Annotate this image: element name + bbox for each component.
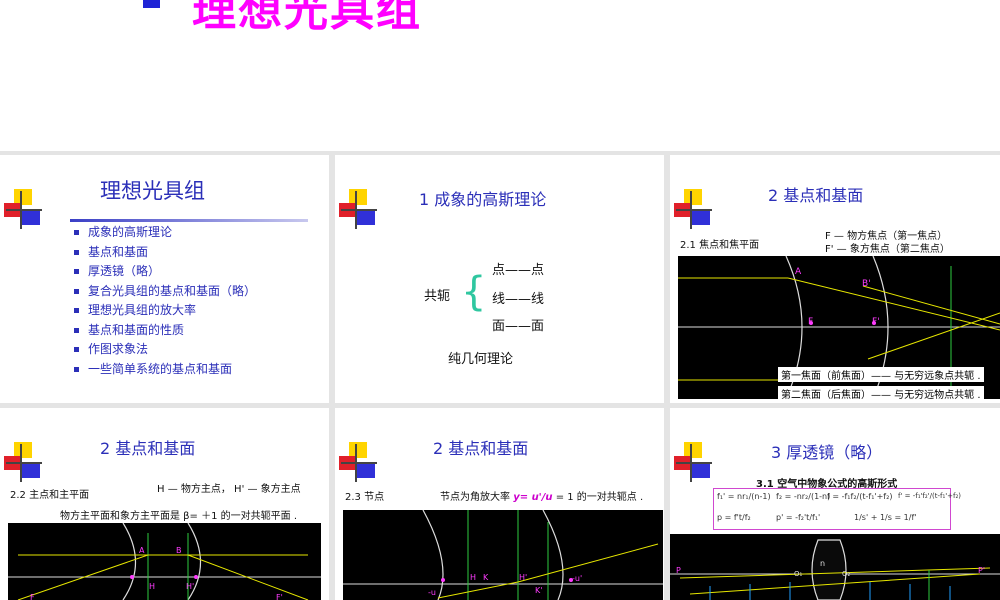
diagram-label-h: H (149, 582, 156, 591)
formula-text: f₁' = nr₁/(n-1) (717, 492, 771, 501)
diagram-label-a: A (139, 546, 145, 555)
slide-title: 2 基点和基面 (100, 439, 196, 458)
slide-thumbnail-2[interactable]: 1 成象的高斯理论 共轭 { 点——点 线——线 面——面 纯几何理论 (335, 155, 664, 403)
slide-title: 理想光具组 (100, 179, 205, 203)
diagram-label-k: K (483, 573, 489, 582)
caption-text: 第二焦面（后焦面）—— 与无穷远物点共轭 . (778, 386, 984, 401)
diagram-label-k-prime: K' (535, 586, 543, 595)
principal-plane-diagram (8, 523, 321, 600)
slide-decoration-icon (4, 442, 46, 484)
title-bullet-square (143, 0, 160, 8)
optics-diagram (8, 523, 321, 600)
formula-box: f₁' = nr₁/(n-1) f₂ = -nr₂/(1-n) f = -f₁f… (713, 488, 961, 530)
diagram-label-o2: O₂ (842, 570, 851, 578)
slide-thumbnail-4[interactable]: 2 基点和基面 2.2 主点和主平面 H — 物方主点， H' — 象方主点 物… (0, 408, 329, 600)
diagram-label-h: H (470, 573, 477, 582)
toc-item: 一些简单系统的基点和基面 (74, 360, 308, 380)
diagram-label-f: F (30, 593, 35, 600)
slide-subtitle: 2.1 焦点和焦平面 (680, 240, 760, 251)
slide-footer-text: 纯几何理论 (448, 352, 514, 367)
formula-text: f' = -f₁'f₂'/(t-f₁'+f₂) (898, 492, 962, 500)
formula-text: f = -f₁f₂/(t-f₁'+f₂) (827, 492, 893, 501)
optics-diagram (670, 534, 1000, 600)
definition-text: F' — 象方焦点（第二焦点） (825, 244, 950, 255)
diagram-label-f: F (808, 317, 814, 327)
description-text: 物方主平面和象方主平面是 β= ＋1 的一对共轭平面 . (60, 511, 298, 522)
toc-item: 理想光具组的放大率 (74, 301, 308, 321)
optics-diagram (343, 510, 663, 600)
diagram-label-u-prime: -u' (572, 574, 583, 583)
toc-item: 基点和基面 (74, 243, 308, 263)
conjugate-label: 共轭 (424, 289, 451, 304)
conjugate-line-2: 线——线 (492, 292, 545, 307)
formula-text: p' = -f₂'t/f₁' (776, 513, 821, 522)
slide-title: 3 厚透镜（略） (771, 443, 883, 462)
slide-title: 2 基点和基面 (768, 186, 864, 205)
slide-decoration-icon (339, 189, 381, 231)
title-underline (70, 219, 308, 222)
formula-text: 1/s' + 1/s = 1/f' (854, 513, 917, 522)
toc-list: 成象的高斯理论 基点和基面 厚透镜（略） 复合光具组的基点和基面（略） 理想光具… (74, 223, 308, 379)
slide-decoration-icon (4, 189, 46, 231)
formula-text: p = f't/f₂ (717, 513, 751, 522)
toc-item: 成象的高斯理论 (74, 223, 308, 243)
toc-item: 基点和基面的性质 (74, 321, 308, 341)
diagram-label-b: B (176, 546, 182, 555)
slide-thumbnail-5[interactable]: 2 基点和基面 2.3 节点 节点为角放大率 y= u'/u = 1 的一对共轭… (335, 408, 664, 600)
toc-item: 复合光具组的基点和基面（略） (74, 282, 308, 302)
brace-symbol: { (461, 269, 487, 315)
diagram-label-a: A (795, 267, 802, 277)
diagram-label-u: -u (428, 588, 436, 597)
slide-thumbnail-6[interactable]: 3 厚透镜（略） 3.1 空气中物象公式的高斯形式 f₁' = nr₁/(n-1… (670, 408, 1000, 600)
slide-decoration-icon (674, 442, 716, 484)
formula-text: f₂ = -nr₂/(1-n) (776, 492, 831, 501)
slide-decoration-icon (339, 442, 381, 484)
diagram-label-p: P (676, 566, 681, 575)
definition-text: H — 物方主点， H' — 象方主点 (157, 484, 301, 495)
diagram-label-n: n (820, 559, 826, 568)
slide-thumbnail-1[interactable]: 理想光具组 成象的高斯理论 基点和基面 厚透镜（略） 复合光具组的基点和基面（略… (0, 155, 329, 403)
slide-title: 1 成象的高斯理论 (419, 190, 547, 209)
diagram-label-p-prime: P' (978, 566, 986, 575)
toc-item: 作图求象法 (74, 340, 308, 360)
slide-title: 2 基点和基面 (433, 439, 529, 458)
diagram-label-b: B' (862, 279, 871, 289)
diagram-label-h-prime: H' (519, 573, 528, 582)
nodal-point-diagram (343, 510, 663, 600)
slide-subtitle: 2.2 主点和主平面 (10, 490, 90, 501)
toc-item: 厚透镜（略） (74, 262, 308, 282)
conjugate-line-1: 点——点 (492, 263, 545, 278)
header-area: 理想光具组 (0, 0, 1000, 151)
diagram-label-h-prime: H' (186, 582, 195, 591)
diagram-label-f-prime: F' (276, 593, 283, 600)
diagram-label-o1: O₁ (794, 570, 803, 578)
page-title: 理想光具组 (192, 0, 422, 36)
slide-decoration-icon (674, 189, 716, 231)
conjugate-line-3: 面——面 (492, 319, 545, 334)
description-text: 节点为角放大率 y= u'/u = 1 的一对共轭点 . (440, 492, 644, 503)
caption-text: 第一焦面（前焦面）—— 与无穷远象点共轭 . (778, 367, 984, 382)
slide-thumbnail-3[interactable]: 2 基点和基面 2.1 焦点和焦平面 F — 物方焦点（第一焦点） F' — 象… (670, 155, 1000, 403)
slide-subtitle: 2.3 节点 (345, 492, 385, 503)
thick-lens-diagram (670, 539, 1000, 600)
diagram-label-f-prime: F' (872, 317, 880, 327)
